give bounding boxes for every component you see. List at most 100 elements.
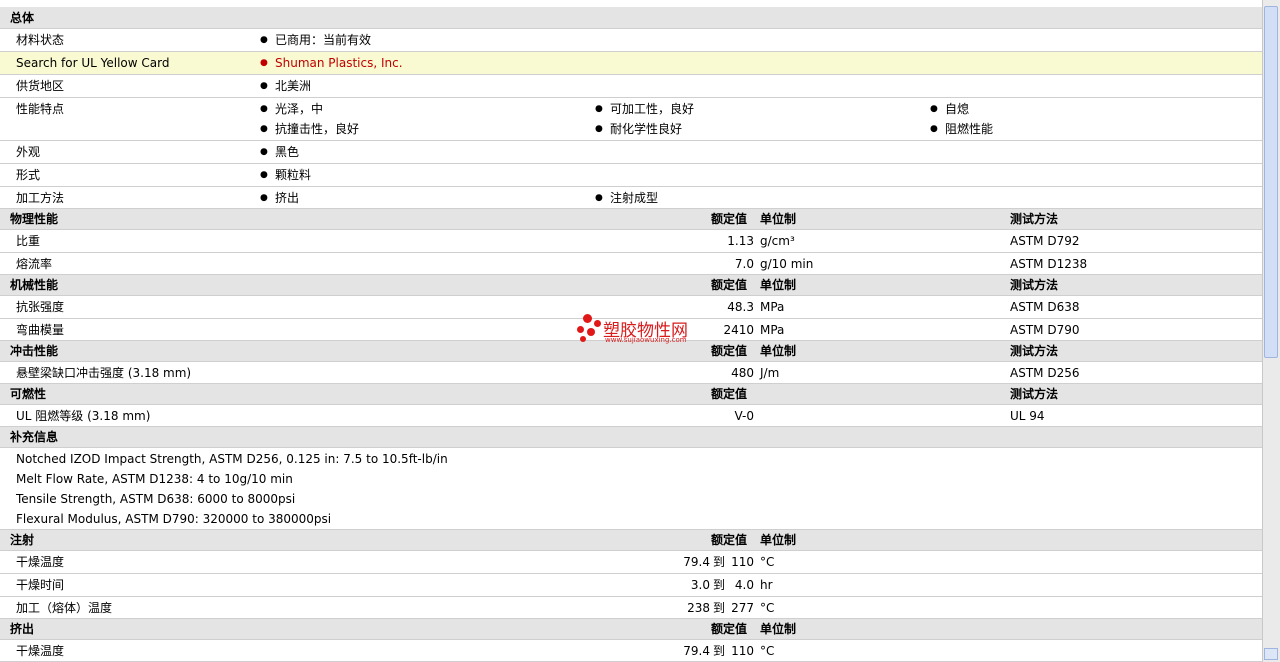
section-title: 可燃性: [10, 387, 47, 401]
col-header-nominal: 额定值: [711, 278, 748, 292]
test-method: UL 94: [1010, 409, 1045, 423]
table-row: 加工方法 挤出 注射成型: [0, 187, 1262, 209]
row-label: 加工方法: [16, 191, 65, 205]
range-high: 277: [731, 601, 754, 615]
note-line: Notched IZOD Impact Strength, ASTM D256,…: [16, 452, 448, 466]
col-header-method: 测试方法: [1010, 212, 1059, 226]
row-label: 悬壁梁缺口冲击强度 (3.18 mm): [16, 366, 192, 380]
table-row: 干燥温度 79.4 到 110 °C: [0, 551, 1262, 574]
table-row-ul-yellow-card: Search for UL Yellow Card Shuman Plastic…: [0, 52, 1262, 75]
nominal-value: 1.13: [727, 234, 754, 248]
test-method: ASTM D792: [1010, 234, 1080, 248]
range-high: 110: [731, 555, 754, 569]
vertical-scrollbar[interactable]: [1263, 0, 1280, 662]
table-row: 干燥时间 3.0 到 4.0 hr: [0, 574, 1262, 597]
section-header-supplemental: 补充信息: [0, 427, 1262, 448]
row-label: 外观: [16, 145, 41, 159]
row-label: 材料状态: [16, 33, 65, 47]
col-header-method: 测试方法: [1010, 387, 1059, 401]
row-label: 干燥温度: [16, 555, 65, 569]
supplemental-notes: Notched IZOD Impact Strength, ASTM D256,…: [0, 448, 1262, 530]
col-header-nominal: 额定值: [711, 387, 748, 401]
row-label: 抗张强度: [16, 300, 65, 314]
section-header-flammability: 可燃性 额定值 测试方法: [0, 384, 1262, 405]
section-title: 物理性能: [10, 212, 59, 226]
nominal-value: 7.0: [734, 257, 754, 271]
section-title: 注射: [10, 533, 35, 547]
row-label: 干燥温度: [16, 644, 65, 658]
note-line: Melt Flow Rate, ASTM D1238: 4 to 10g/10 …: [16, 472, 293, 486]
table-row: 性能特点 光泽，中 抗撞击性，良好 可加工性，良好 耐化学性良好 自熄 阻燃性能: [0, 98, 1262, 141]
range-high: 110: [731, 644, 754, 658]
col-header-nominal: 额定值: [711, 533, 748, 547]
table-row: 比重 1.13 g/cm³ ASTM D792: [0, 230, 1262, 253]
table-row: 供货地区 北美洲: [0, 75, 1262, 98]
row-label: 供货地区: [16, 79, 65, 93]
list-item: 黑色: [260, 142, 299, 162]
row-label: 弯曲模量: [16, 323, 65, 337]
unit: g/10 min: [760, 257, 814, 271]
section-title: 机械性能: [10, 278, 59, 292]
table-row: 加工（熔体）温度 238 到 277 °C: [0, 597, 1262, 619]
test-method: ASTM D256: [1010, 366, 1080, 380]
section-header-physical: 物理性能 额定值 单位制 测试方法: [0, 209, 1262, 230]
section-header-mechanical: 机械性能 额定值 单位制 测试方法: [0, 275, 1262, 296]
col-header-nominal: 额定值: [711, 212, 748, 226]
scroll-down-button[interactable]: [1264, 648, 1278, 660]
section-title: 补充信息: [10, 430, 59, 444]
range-high: 4.0: [734, 578, 754, 592]
unit: J/m: [760, 366, 780, 380]
row-label: 性能特点: [16, 102, 65, 116]
unit: hr: [760, 578, 773, 592]
row-label: Search for UL Yellow Card: [16, 56, 170, 70]
table-row: 熔流率 7.0 g/10 min ASTM D1238: [0, 253, 1262, 275]
range-low: 238: [687, 601, 710, 615]
table-row: 外观 黑色: [0, 141, 1262, 164]
col-header-unit: 单位制: [760, 344, 797, 358]
list-item: 可加工性，良好: [595, 99, 694, 119]
list-item: 北美洲: [260, 76, 311, 96]
section-title: 挤出: [10, 622, 35, 636]
list-item: 颗粒料: [260, 165, 311, 185]
unit: MPa: [760, 300, 785, 314]
list-item: 光泽，中: [260, 99, 323, 119]
list-item: 注射成型: [595, 188, 658, 208]
nominal-value: 48.3: [727, 300, 754, 314]
row-label: 形式: [16, 168, 41, 182]
range-low: 79.4: [683, 555, 710, 569]
range-low: 3.0: [690, 578, 710, 592]
note-line: Flexural Modulus, ASTM D790: 320000 to 3…: [16, 512, 332, 526]
section-header-impact: 冲击性能 额定值 单位制 测试方法: [0, 341, 1262, 362]
watermark-url: www.sujiaowuxing.com: [605, 336, 687, 344]
row-label: 加工（熔体）温度: [16, 601, 113, 615]
col-header-unit: 单位制: [760, 278, 797, 292]
list-item: 自熄: [930, 99, 969, 119]
section-title: 冲击性能: [10, 344, 59, 358]
watermark-dots-icon: [575, 314, 605, 344]
nominal-value: 480: [731, 366, 754, 380]
datasheet-table: 总体 材料状态 已商用：当前有效 Search for UL Yellow Ca…: [0, 0, 1263, 662]
col-header-nominal: 额定值: [711, 344, 748, 358]
col-header-method: 测试方法: [1010, 278, 1059, 292]
row-label: UL 阻燃等级 (3.18 mm): [16, 409, 151, 423]
table-row: 材料状态 已商用：当前有效: [0, 29, 1262, 52]
test-method: ASTM D1238: [1010, 257, 1088, 271]
section-header-extrusion: 挤出 额定值 单位制: [0, 619, 1262, 640]
col-header-unit: 单位制: [760, 533, 797, 547]
table-row: UL 阻燃等级 (3.18 mm) V-0 UL 94: [0, 405, 1262, 427]
test-method: ASTM D638: [1010, 300, 1080, 314]
col-header-nominal: 额定值: [711, 622, 748, 636]
scrollbar-thumb[interactable]: [1264, 6, 1278, 358]
nominal-value: 2410: [723, 323, 754, 337]
list-item: 抗撞击性，良好: [260, 119, 359, 139]
supplier-link[interactable]: Shuman Plastics, Inc.: [260, 53, 402, 73]
unit: MPa: [760, 323, 785, 337]
section-title: 总体: [10, 11, 35, 25]
col-header-unit: 单位制: [760, 622, 797, 636]
nominal-value: V-0: [734, 409, 754, 423]
section-header-overall: 总体: [0, 7, 1262, 29]
row-label: 干燥时间: [16, 578, 65, 592]
table-row: 悬壁梁缺口冲击强度 (3.18 mm) 480 J/m ASTM D256: [0, 362, 1262, 384]
unit: °C: [760, 601, 775, 615]
test-method: ASTM D790: [1010, 323, 1080, 337]
